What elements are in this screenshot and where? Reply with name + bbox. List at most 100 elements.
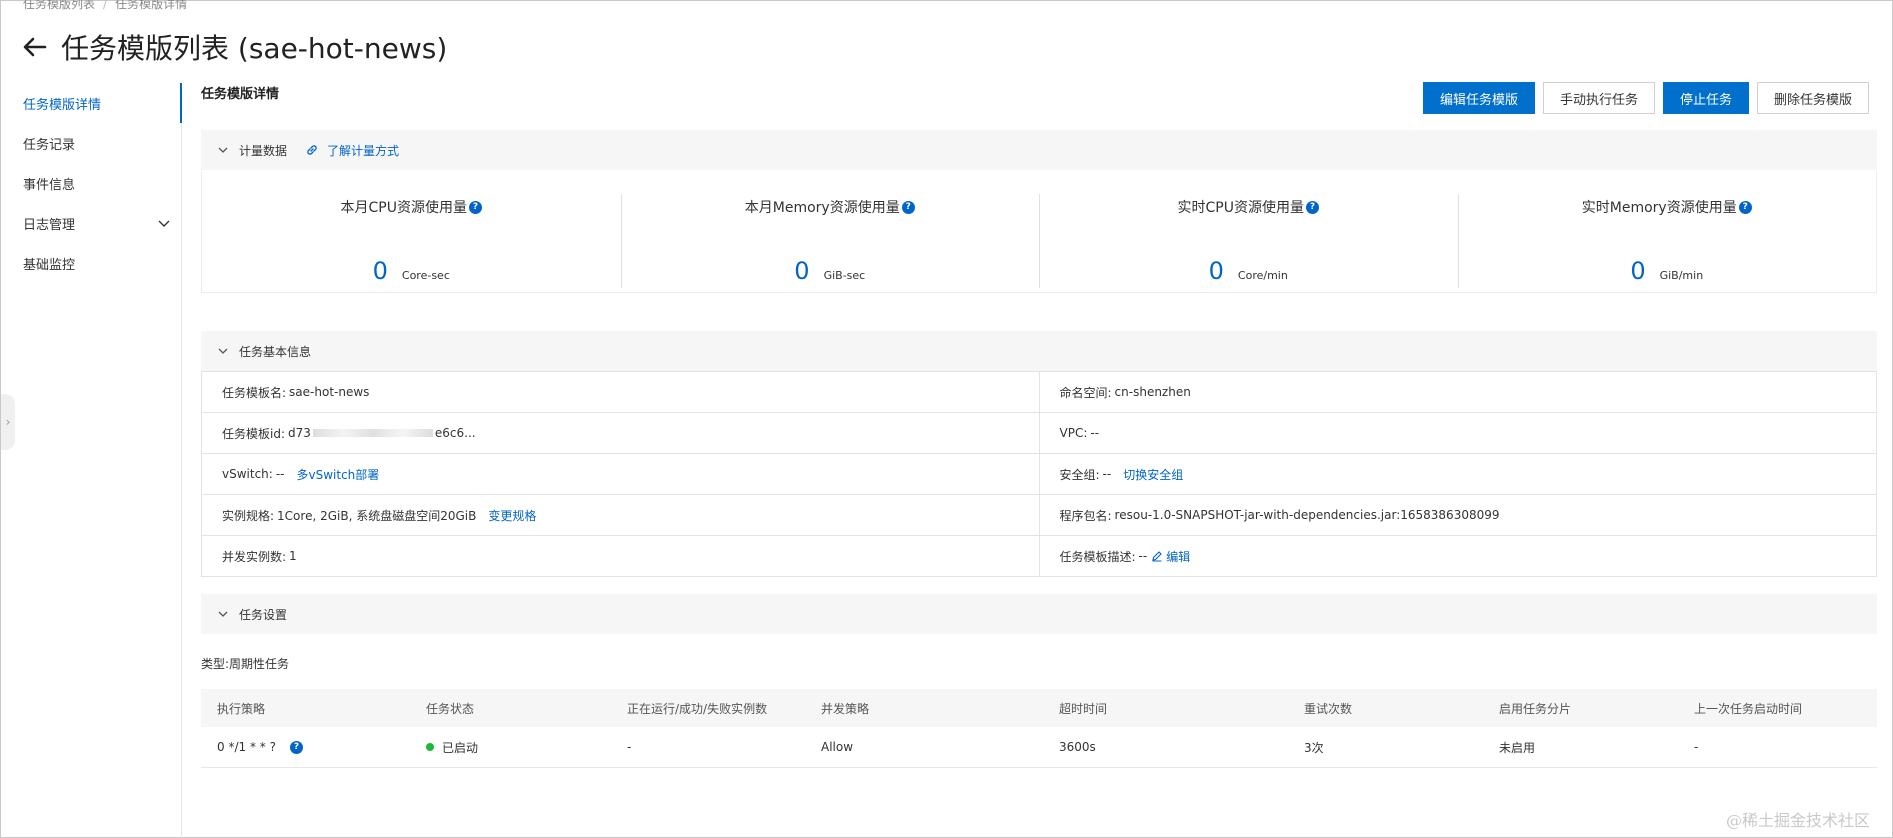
- info-cell-template-name: 任务模板名: sae-hot-news: [202, 372, 1040, 413]
- field-label: 并发实例数:: [222, 549, 287, 564]
- cell-status: 已启动: [410, 739, 611, 756]
- column-header: 上一次任务启动时间: [1694, 701, 1803, 716]
- help-icon[interactable]: ?: [1305, 200, 1319, 214]
- help-icon[interactable]: ?: [1738, 200, 1752, 214]
- info-cell-vswitch: vSwitch: -- 多vSwitch部署: [202, 454, 1040, 495]
- field-value: cn-shenzhen: [1114, 385, 1191, 399]
- info-cell-concurrency: 并发实例数: 1: [202, 536, 1040, 577]
- basic-info-panel-title: 任务基本信息: [239, 344, 312, 359]
- sidebar-item-label: 任务记录: [23, 137, 76, 153]
- field-label: 程序包名:: [1059, 508, 1112, 523]
- metric-realtime-memory: 实时Memory资源使用量? 0 GiB/min: [1457, 172, 1877, 292]
- metric-value: 0: [1208, 257, 1224, 285]
- edit-description-link[interactable]: 编辑: [1166, 548, 1190, 565]
- field-value: sae-hot-news: [289, 385, 370, 399]
- status-text: 已启动: [442, 740, 479, 755]
- task-type: 类型:周期性任务: [201, 655, 289, 672]
- field-label: 实例规格:: [222, 508, 275, 523]
- metering-panel-header[interactable]: 计量数据 了解计量方式: [201, 130, 1877, 170]
- cell-timeout: 3600s: [1059, 740, 1096, 754]
- metric-month-cpu: 本月CPU资源使用量? 0 Core-sec: [202, 172, 621, 292]
- metric-month-memory: 本月Memory资源使用量? 0 GiB-sec: [620, 172, 1040, 292]
- multi-vswitch-link[interactable]: 多vSwitch部署: [297, 466, 380, 483]
- metric-unit: Core/min: [1237, 269, 1288, 282]
- action-bar: 编辑任务模版 手动执行任务 停止任务 删除任务模版: [1422, 82, 1869, 114]
- metrics-row: 本月CPU资源使用量? 0 Core-sec 本月Memory资源使用量? 0 Gi…: [201, 172, 1877, 293]
- info-cell-package: 程序包名: resou-1.0-SNAPSHOT-jar-with-depende…: [1039, 495, 1877, 536]
- change-spec-link[interactable]: 变更规格: [488, 507, 536, 524]
- breadcrumb-item-template-detail: 任务模版详情: [115, 0, 188, 11]
- app-window: 任务模版列表 / 任务模版详情 任务模版列表 (sae-hot-news) › 任务…: [0, 0, 1893, 838]
- metric-label: 实时Memory资源使用量: [1581, 200, 1737, 216]
- field-label: vSwitch:: [222, 467, 273, 481]
- info-row: 实例规格: 1Core, 2GiB, 系统盘磁盘空间20GiB 变更规格 程序包名:…: [202, 495, 1877, 536]
- page-title: 任务模版列表 (sae-hot-news): [61, 32, 448, 65]
- field-label: 任务模板描述:: [1059, 549, 1136, 564]
- link-icon: [307, 145, 317, 155]
- help-icon[interactable]: ?: [901, 200, 915, 214]
- field-value: 1: [289, 549, 297, 563]
- task-settings-panel-title: 任务设置: [239, 607, 288, 622]
- table-row: 0 */1 * * ?? 已启动 - Allow 3600s 3次 未启用 -: [201, 727, 1877, 768]
- sidebar-item-log-management[interactable]: 日志管理: [1, 203, 181, 243]
- column-header: 正在运行/成功/失败实例数: [627, 701, 768, 716]
- info-cell-security-group: 安全组: -- 切换安全组: [1039, 454, 1877, 495]
- field-label: 命名空间:: [1059, 385, 1112, 400]
- breadcrumb-item-template-list[interactable]: 任务模版列表: [23, 0, 95, 11]
- cell-sharding: 未启用: [1499, 740, 1536, 755]
- status-dot-icon: [426, 743, 434, 751]
- watermark: @稀土掘金技术社区: [1725, 811, 1870, 830]
- sidebar-item-events[interactable]: 事件信息: [1, 163, 181, 203]
- column-header: 启用任务分片: [1499, 701, 1572, 716]
- metric-value: 0: [1630, 257, 1646, 285]
- sidebar-item-basic-monitoring[interactable]: 基础监控: [1, 243, 181, 283]
- sidebar-item-label: 基础监控: [23, 257, 76, 273]
- chevron-down-icon: [218, 348, 228, 354]
- field-value: --: [1138, 549, 1148, 563]
- column-header: 超时时间: [1059, 701, 1108, 716]
- sidebar-item-task-records[interactable]: 任务记录: [1, 123, 181, 163]
- field-label: VPC:: [1059, 426, 1088, 440]
- metric-value: 0: [372, 257, 388, 285]
- field-value: --: [1102, 467, 1112, 481]
- basic-info-table: 任务模板名: sae-hot-news 命名空间: cn-shenzhen 任务模板…: [201, 371, 1877, 577]
- help-icon[interactable]: ?: [289, 740, 303, 754]
- info-cell-template-id: 任务模板id: d73 e6c6...: [202, 413, 1040, 454]
- table-header: 执行策略 任务状态 正在运行/成功/失败实例数 并发策略 超时时间 重试次数 启…: [201, 689, 1877, 727]
- field-label: 任务模板名:: [222, 385, 287, 400]
- help-icon[interactable]: ?: [468, 200, 482, 214]
- sidebar-item-label: 日志管理: [23, 217, 76, 233]
- cell-retries: 3次: [1304, 740, 1324, 755]
- column-header: 重试次数: [1304, 701, 1353, 716]
- sidebar-item-template-detail[interactable]: 任务模版详情: [1, 83, 182, 123]
- field-value: --: [275, 467, 285, 481]
- field-value: d73: [288, 426, 311, 440]
- metric-unit: GiB-sec: [823, 269, 866, 282]
- info-row: vSwitch: -- 多vSwitch部署 安全组: -- 切换安全组: [202, 454, 1877, 495]
- basic-info-panel-header[interactable]: 任务基本信息: [201, 331, 1877, 371]
- back-arrow-icon[interactable]: [21, 33, 49, 61]
- edit-icon[interactable]: [1151, 550, 1163, 562]
- metric-label: 本月CPU资源使用量: [340, 200, 467, 216]
- metric-label: 实时CPU资源使用量: [1177, 200, 1304, 216]
- edit-template-button[interactable]: 编辑任务模版: [1422, 82, 1535, 114]
- metering-panel-title: 计量数据: [239, 143, 288, 158]
- switch-security-group-link[interactable]: 切换安全组: [1123, 466, 1183, 483]
- learn-metering-link[interactable]: 了解计量方式: [327, 142, 399, 159]
- info-cell-vpc: VPC: --: [1039, 413, 1877, 454]
- manual-run-button[interactable]: 手动执行任务: [1542, 82, 1655, 114]
- field-label: 任务模板id:: [222, 426, 285, 441]
- cell-concurrency-policy: Allow: [821, 740, 854, 754]
- chevron-down-icon: [218, 147, 228, 153]
- metric-unit: GiB/min: [1659, 269, 1704, 282]
- breadcrumb: 任务模版列表 / 任务模版详情: [23, 0, 187, 12]
- field-value: --: [1090, 426, 1100, 440]
- sidebar-item-label: 任务模版详情: [23, 97, 102, 113]
- sidebar: 任务模版详情 任务记录 事件信息 日志管理 基础监控: [1, 83, 182, 838]
- cell-strategy: 0 */1 * * ??: [201, 740, 410, 754]
- task-type-label: 类型:: [201, 657, 230, 671]
- task-settings-panel-header[interactable]: 任务设置: [201, 594, 1877, 634]
- delete-template-button[interactable]: 删除任务模版: [1756, 82, 1869, 114]
- metric-value: 0: [794, 257, 810, 285]
- stop-task-button[interactable]: 停止任务: [1662, 82, 1749, 114]
